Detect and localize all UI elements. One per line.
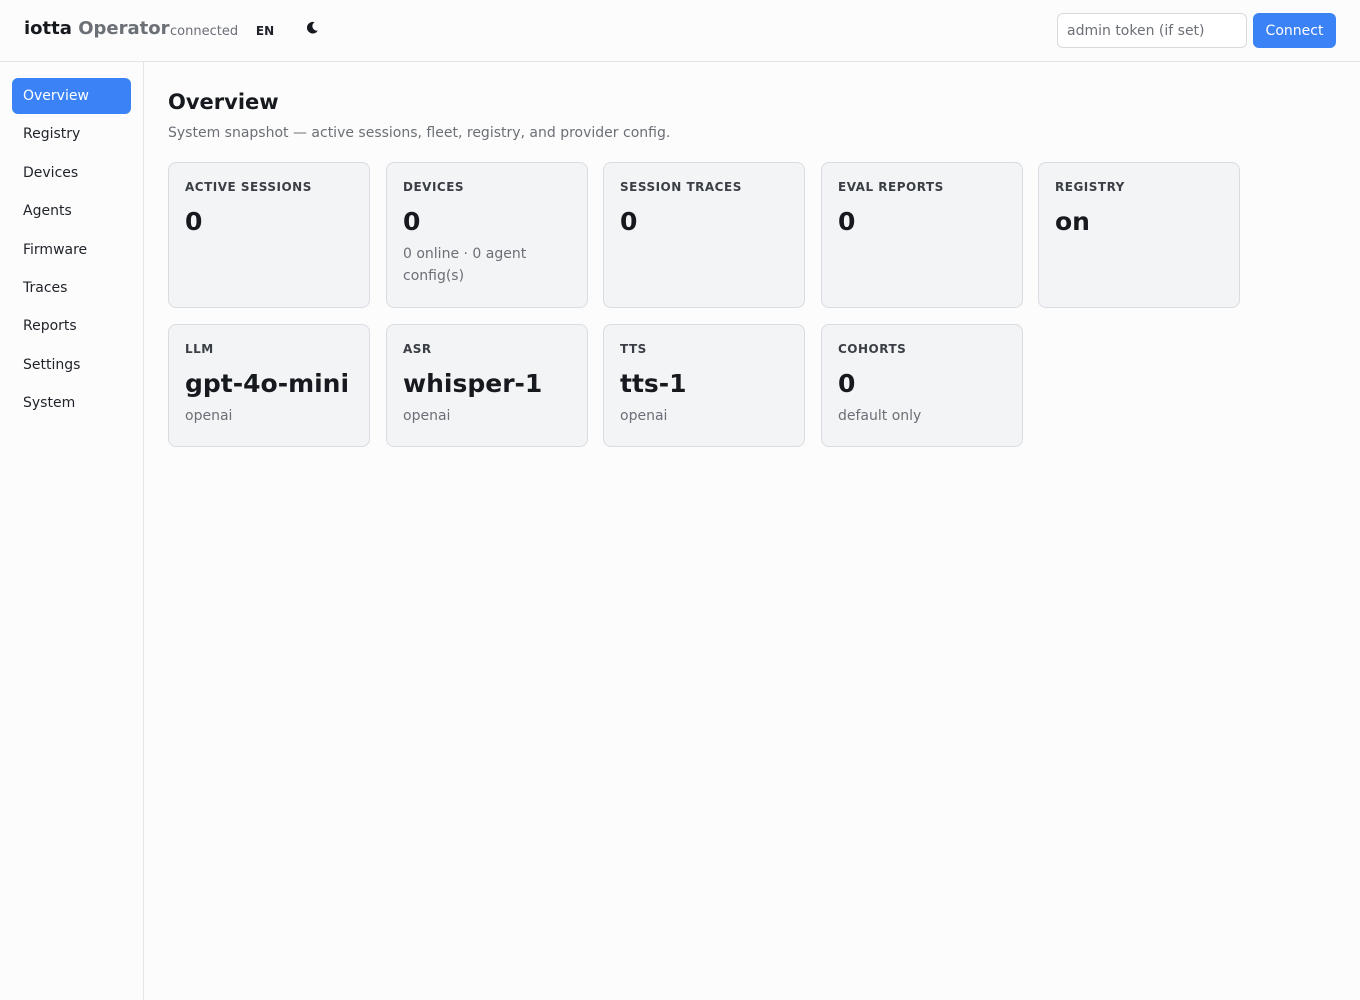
card-subtext: 0 online · 0 agent config(s)	[403, 246, 527, 284]
moon-icon	[305, 20, 319, 39]
admin-token-input[interactable]	[1057, 13, 1247, 48]
sidebar-item-devices[interactable]: Devices	[12, 155, 131, 191]
card-value: 0	[838, 369, 856, 398]
brand-subtitle: Operator	[78, 18, 170, 39]
eval-reports-card: Eval Reports 0	[821, 162, 1023, 308]
card-subtext: openai	[185, 408, 233, 424]
sidebar-item-agents[interactable]: Agents	[12, 193, 131, 229]
registry-card: Registry on	[1038, 162, 1240, 308]
app-logo: iotta Operator	[24, 18, 169, 39]
card-label: Registry	[1055, 180, 1125, 194]
card-label: Eval Reports	[838, 180, 944, 194]
card-value: 0	[620, 207, 638, 236]
card-label: TTS	[620, 342, 647, 356]
card-label: Cohorts	[838, 342, 907, 356]
card-value: gpt-4o-mini	[185, 369, 350, 398]
top-bar: iotta Operator connected EN Connect	[0, 0, 1360, 62]
card-label: Active Sessions	[185, 180, 312, 194]
asr-card: ASR whisper-1 openai	[386, 324, 588, 447]
sidebar-item-reports[interactable]: Reports	[12, 308, 131, 344]
main-content: Overview System snapshot — active sessio…	[168, 90, 670, 141]
active-sessions-card: Active Sessions 0	[168, 162, 370, 308]
card-value: 0	[185, 207, 203, 236]
theme-toggle[interactable]	[300, 18, 324, 40]
connect-button[interactable]: Connect	[1253, 13, 1336, 48]
devices-card: Devices 0 0 online · 0 agent config(s)	[386, 162, 588, 308]
card-value: 0	[838, 207, 856, 236]
card-subtext: openai	[403, 408, 451, 424]
llm-card: LLM gpt-4o-mini openai	[168, 324, 370, 447]
session-traces-card: Session Traces 0	[603, 162, 805, 308]
card-label: Session Traces	[620, 180, 742, 194]
card-value: 0	[403, 207, 421, 236]
tts-card: TTS tts-1 openai	[603, 324, 805, 447]
card-value: tts-1	[620, 369, 687, 398]
sidebar-item-overview[interactable]: Overview	[12, 78, 131, 114]
connection-status: connected	[170, 24, 239, 39]
sidebar-item-settings[interactable]: Settings	[12, 347, 131, 383]
sidebar-item-firmware[interactable]: Firmware	[12, 232, 131, 268]
sidebar-item-traces[interactable]: Traces	[12, 270, 131, 306]
page-subtitle: System snapshot — active sessions, fleet…	[168, 125, 671, 141]
language-toggle[interactable]: EN	[249, 20, 281, 42]
card-subtext: openai	[620, 408, 668, 424]
card-label: ASR	[403, 342, 432, 356]
card-subtext: default only	[838, 408, 922, 424]
card-value: whisper-1	[403, 369, 543, 398]
sidebar-nav: Overview Registry Devices Agents Firmwar…	[0, 62, 144, 1000]
sidebar-item-registry[interactable]: Registry	[12, 116, 131, 152]
card-value: on	[1055, 207, 1090, 236]
card-label: LLM	[185, 342, 214, 356]
page-title: Overview	[168, 90, 279, 114]
sidebar-item-system[interactable]: System	[12, 385, 131, 421]
brand-name: iotta	[24, 18, 72, 39]
card-label: Devices	[403, 180, 465, 194]
cohorts-card: Cohorts 0 default only	[821, 324, 1023, 447]
